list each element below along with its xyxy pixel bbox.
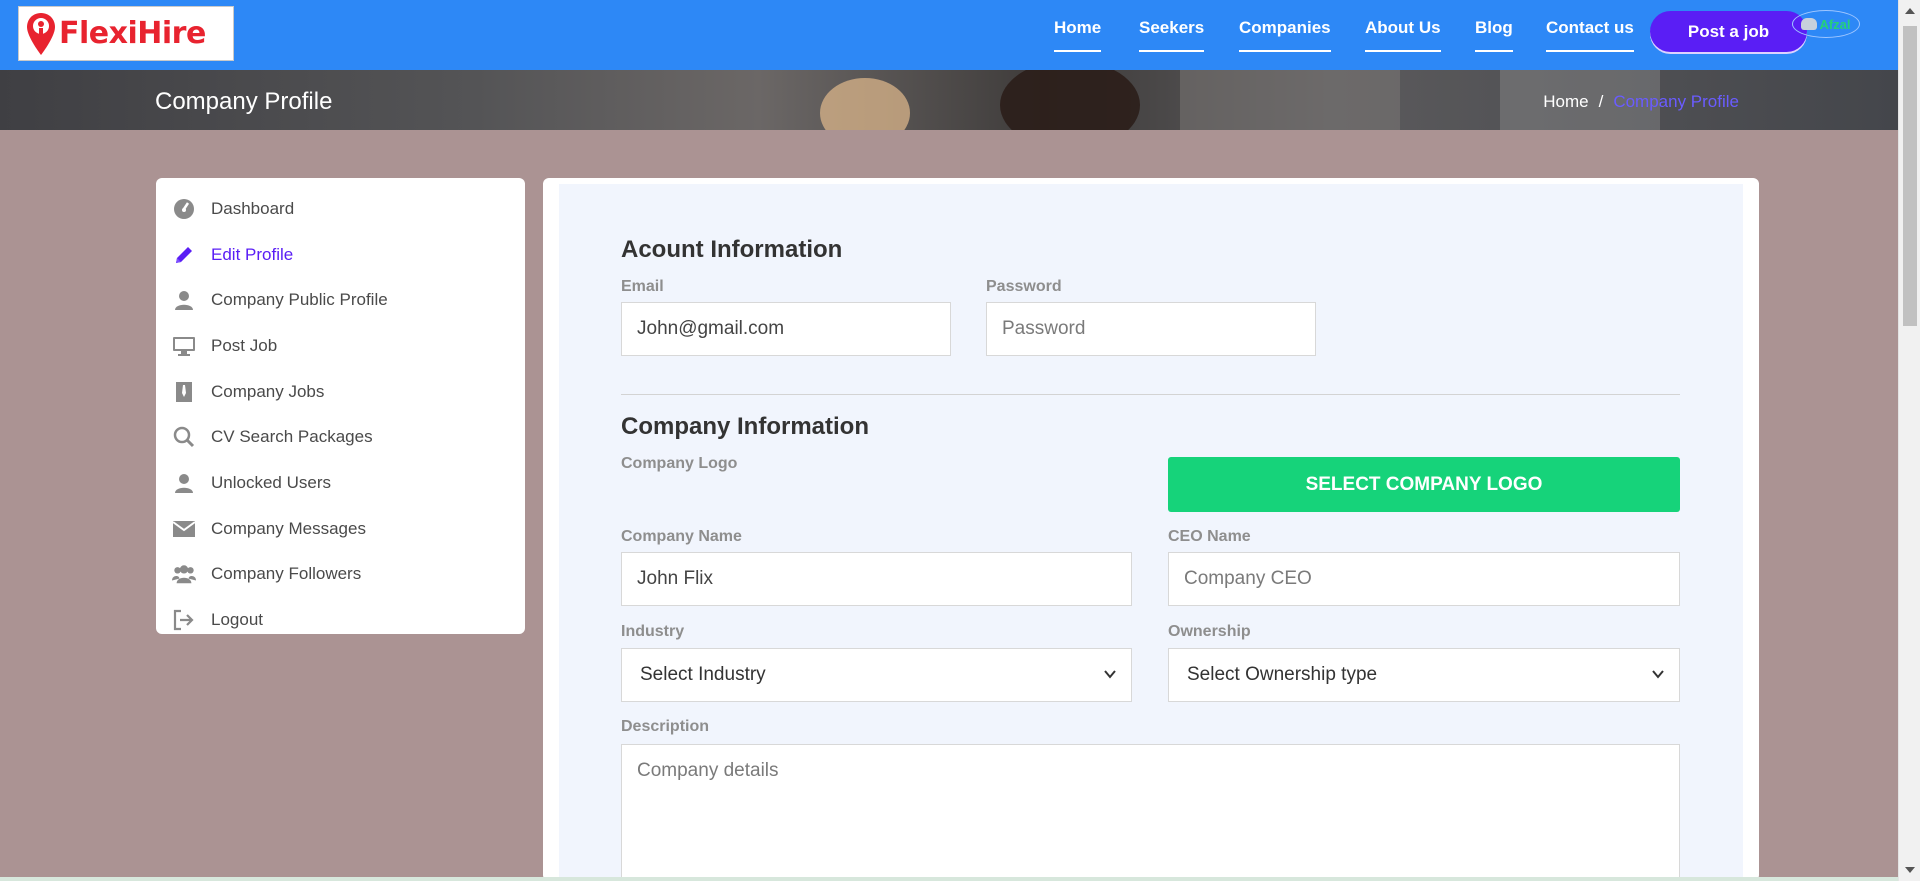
breadcrumb-current: Company Profile (1613, 92, 1739, 111)
search-icon (172, 425, 196, 449)
dashboard-icon (172, 197, 196, 221)
vertical-scrollbar[interactable] (1898, 0, 1920, 881)
description-textarea[interactable]: Company details (621, 744, 1680, 881)
email-field[interactable]: John@gmail.com (621, 302, 951, 356)
sidebar-item-label: Company Jobs (211, 381, 325, 401)
company-logo-label: Company Logo (621, 455, 738, 472)
sidebar-item-company-jobs[interactable]: Company Jobs (156, 369, 525, 415)
email-label: Email (621, 278, 664, 295)
horizontal-scroll-track (0, 877, 1898, 881)
envelope-icon (172, 517, 196, 541)
nav-about-us[interactable]: About Us (1365, 18, 1441, 52)
sidebar-item-logout[interactable]: Logout (156, 597, 525, 643)
ceo-name-label: CEO Name (1168, 528, 1251, 545)
sidebar-item-company-messages[interactable]: Company Messages (156, 506, 525, 552)
industry-select-value: Select Industry (640, 664, 766, 685)
sidebar-item-label: Company Messages (211, 518, 366, 538)
avatar-image-icon (1801, 18, 1818, 30)
select-company-logo-button[interactable]: SELECT COMPANY LOGO (1168, 457, 1680, 512)
nav-companies[interactable]: Companies (1239, 18, 1331, 52)
industry-select[interactable]: Select Industry (621, 648, 1132, 702)
company-info-heading: Company Information (621, 413, 870, 440)
sidebar-item-label: Dashboard (211, 198, 295, 218)
nav-home[interactable]: Home (1054, 18, 1102, 52)
sidebar-item-edit-profile[interactable]: Edit Profile (156, 232, 525, 278)
sidebar-item-label: Post Job (211, 335, 278, 355)
sidebar-item-post-job[interactable]: Post Job (156, 323, 525, 369)
ownership-select-value: Select Ownership type (1187, 664, 1378, 685)
sidebar-item-label: Logout (211, 610, 263, 630)
page-banner: Company Profile Home / Company Profile (0, 70, 1898, 130)
section-divider (621, 394, 1680, 395)
sidebar-item-label: Unlocked Users (211, 472, 331, 492)
scroll-up-arrow-icon[interactable] (1905, 8, 1915, 14)
password-field[interactable]: Password (986, 302, 1316, 356)
breadcrumb: Home / Company Profile (1543, 92, 1739, 112)
location-pin-icon (27, 12, 55, 55)
user-name: Afzal (1819, 16, 1851, 32)
ownership-label: Ownership (1168, 623, 1251, 640)
description-label: Description (621, 718, 710, 735)
ceo-name-field[interactable]: Company CEO (1168, 552, 1680, 606)
chevron-down-icon (1104, 670, 1116, 679)
sidebar-item-company-followers[interactable]: Company Followers (156, 552, 525, 598)
breadcrumb-home[interactable]: Home (1543, 92, 1588, 112)
desktop-icon (172, 334, 196, 358)
brand-name: FlexiHire (59, 16, 206, 51)
sidebar-item-label: Edit Profile (211, 244, 294, 264)
user-avatar[interactable]: Afzal (1792, 10, 1860, 38)
top-navbar: FlexiHire Home Seekers Companies About U… (0, 0, 1898, 70)
ownership-select[interactable]: Select Ownership type (1168, 648, 1680, 702)
pencil-icon (172, 243, 196, 267)
sidebar-item-label: Company Public Profile (211, 290, 388, 310)
post-job-button[interactable]: Post a job (1650, 11, 1807, 52)
sidebar-item-unlocked-users[interactable]: Unlocked Users (156, 460, 525, 506)
user-icon (172, 471, 196, 495)
nav-contact-us[interactable]: Contact us (1546, 18, 1634, 52)
sidebar-item-label: CV Search Packages (211, 427, 373, 447)
briefcase-icon (172, 380, 196, 404)
nav-blog[interactable]: Blog (1475, 18, 1513, 52)
breadcrumb-separator: / (1598, 92, 1604, 111)
dashboard-sidebar: Dashboard Edit Profile Company Public Pr… (156, 178, 525, 634)
logout-icon (172, 608, 196, 632)
account-info-heading: Acount Information (621, 236, 843, 263)
brand-logo[interactable]: FlexiHire (18, 6, 234, 61)
password-label: Password (986, 278, 1062, 295)
user-icon (172, 288, 196, 312)
nav-seekers[interactable]: Seekers (1139, 18, 1205, 52)
chevron-down-icon (1652, 670, 1664, 679)
scroll-thumb[interactable] (1903, 26, 1917, 326)
page-title: Company Profile (155, 88, 333, 115)
users-icon (172, 562, 196, 586)
sidebar-item-cv-search-packages[interactable]: CV Search Packages (156, 414, 525, 460)
sidebar-item-dashboard[interactable]: Dashboard (156, 186, 525, 232)
company-name-field[interactable]: John Flix (621, 552, 1132, 606)
industry-label: Industry (621, 623, 685, 640)
sidebar-item-label: Company Followers (211, 564, 362, 584)
company-name-label: Company Name (621, 528, 742, 545)
sidebar-item-company-public-profile[interactable]: Company Public Profile (156, 277, 525, 323)
scroll-down-arrow-icon[interactable] (1905, 867, 1915, 873)
